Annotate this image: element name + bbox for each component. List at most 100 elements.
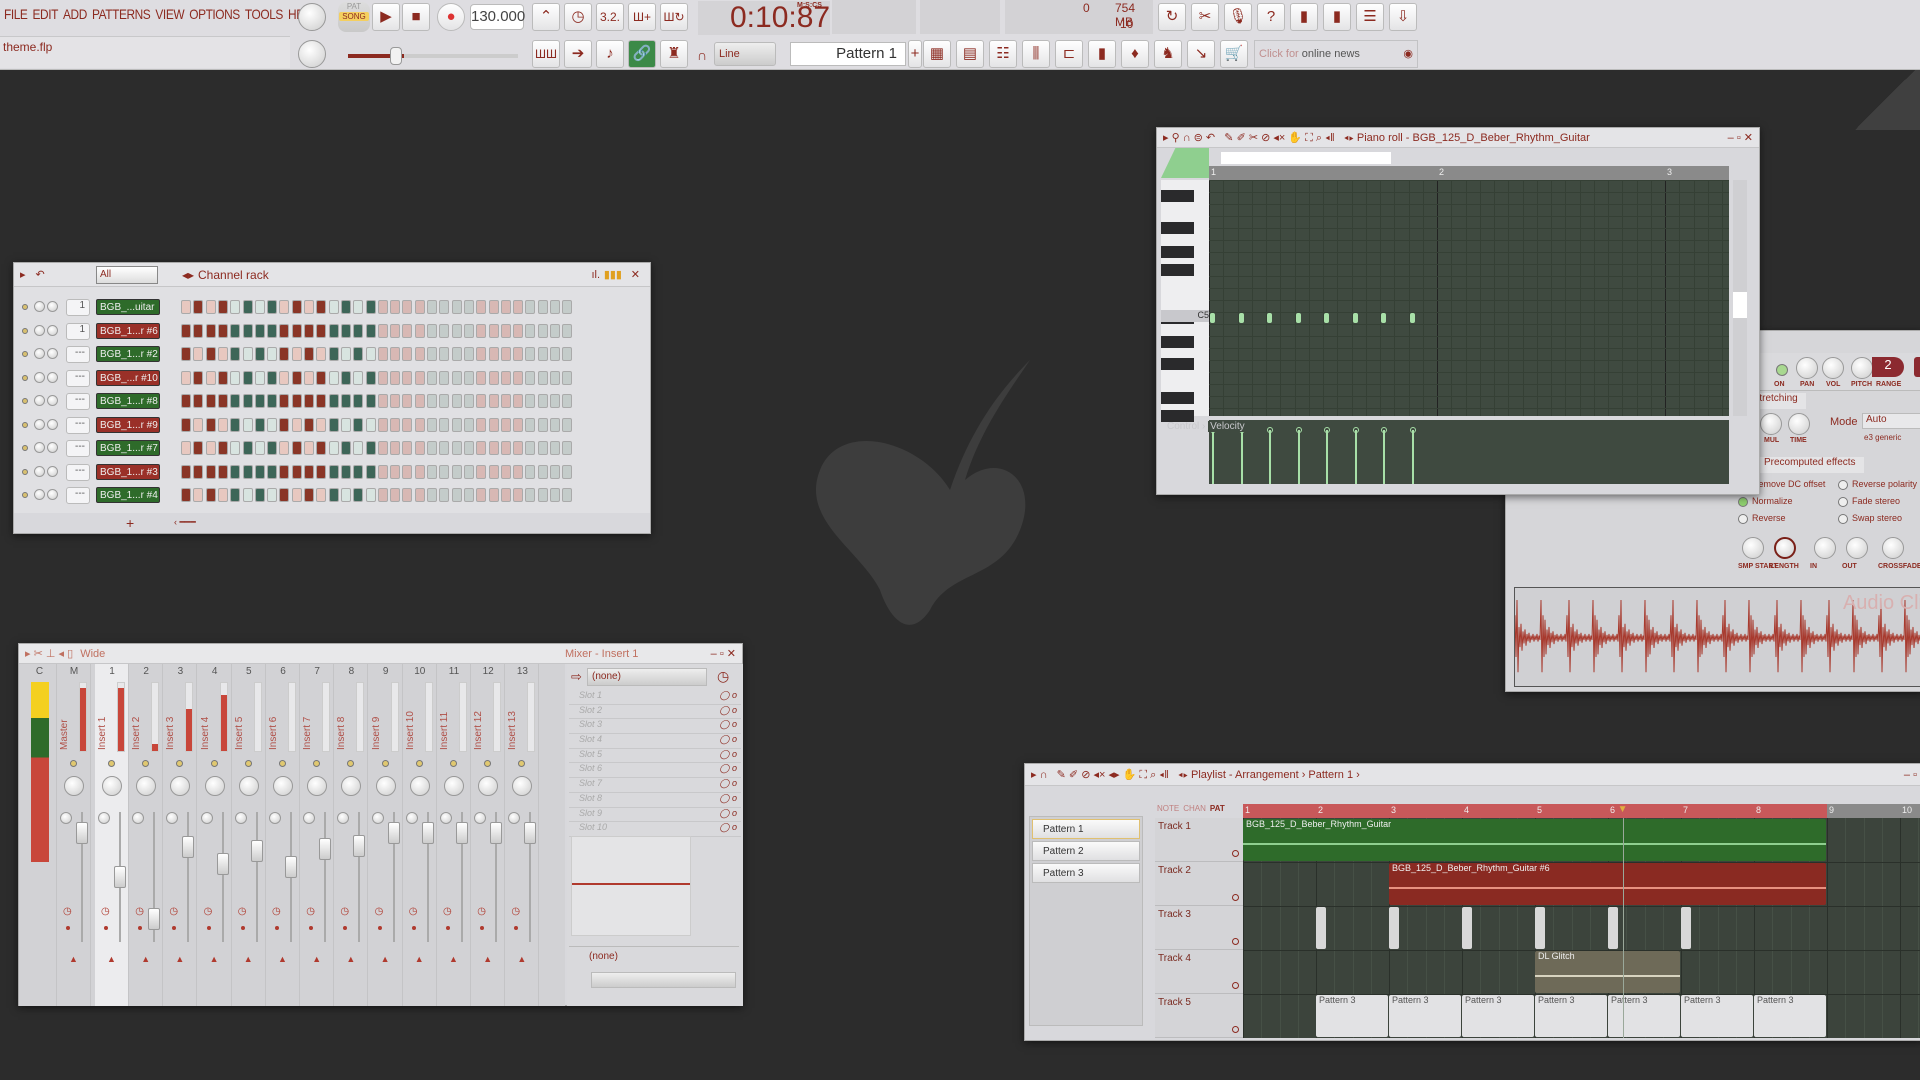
step-button[interactable] bbox=[353, 488, 364, 502]
channel-mixer-track[interactable]: --- bbox=[66, 369, 90, 387]
route-dot[interactable] bbox=[66, 926, 70, 930]
step-button[interactable] bbox=[242, 441, 253, 455]
step-button[interactable] bbox=[390, 441, 401, 455]
step-button[interactable] bbox=[390, 300, 401, 314]
step-button[interactable] bbox=[476, 417, 487, 432]
radio-button[interactable] bbox=[1738, 496, 1748, 507]
step-button[interactable] bbox=[377, 394, 388, 408]
step-button[interactable] bbox=[377, 464, 388, 479]
channel-volume-knob[interactable] bbox=[47, 348, 58, 359]
send-arrow-icon[interactable]: ▲ bbox=[69, 954, 78, 964]
save-new-version-icon[interactable]: ▮ bbox=[1323, 3, 1351, 31]
step-button[interactable] bbox=[550, 417, 560, 432]
timeline-ruler[interactable]: 1 2 3 bbox=[1209, 166, 1729, 180]
step-button[interactable] bbox=[513, 370, 524, 385]
pattern-selector[interactable]: Pattern 1 bbox=[790, 42, 906, 66]
black-key[interactable] bbox=[1161, 336, 1194, 348]
step-button[interactable] bbox=[254, 464, 265, 479]
send-arrow-icon[interactable]: ▲ bbox=[415, 954, 424, 964]
step-button[interactable] bbox=[316, 488, 327, 502]
channel-mute-led[interactable] bbox=[22, 304, 28, 310]
step-button[interactable] bbox=[217, 300, 228, 314]
step-button[interactable] bbox=[279, 300, 290, 314]
step-button[interactable] bbox=[340, 370, 351, 385]
slot-toggle[interactable]: ◯ o bbox=[719, 808, 737, 819]
channel-pan-knob[interactable] bbox=[34, 371, 45, 383]
file-icon[interactable]: ▮ bbox=[1088, 40, 1116, 68]
playlist-clip[interactable]: Pattern 3 bbox=[1754, 995, 1826, 1037]
playlist-view-icon[interactable]: ШШ bbox=[532, 40, 560, 68]
step-button[interactable] bbox=[242, 347, 253, 361]
channel-pan-knob[interactable] bbox=[34, 442, 45, 453]
step-button[interactable] bbox=[439, 441, 450, 455]
step-button[interactable] bbox=[550, 370, 560, 385]
step-button[interactable] bbox=[353, 323, 364, 338]
clock-icon[interactable]: ◷ bbox=[443, 906, 452, 917]
playlist-clip[interactable]: Pattern 3 bbox=[1462, 995, 1534, 1037]
channel-pan-knob[interactable] bbox=[34, 418, 45, 430]
step-button[interactable] bbox=[353, 347, 364, 361]
knob-out[interactable] bbox=[1846, 537, 1868, 559]
step-button[interactable] bbox=[242, 323, 253, 338]
send-arrow-icon[interactable]: ▲ bbox=[141, 954, 150, 964]
step-button[interactable] bbox=[242, 370, 253, 385]
option-swap-stereo[interactable]: Swap stereo bbox=[1838, 513, 1902, 524]
step-button[interactable] bbox=[451, 464, 462, 479]
clock-icon[interactable]: ◷ bbox=[169, 906, 178, 917]
step-button[interactable] bbox=[279, 370, 290, 385]
pan-knob[interactable] bbox=[409, 776, 430, 796]
step-button[interactable] bbox=[365, 323, 376, 338]
step-button[interactable] bbox=[390, 370, 401, 385]
step-button[interactable] bbox=[304, 488, 314, 502]
slot-toggle[interactable]: ◯ o bbox=[719, 793, 737, 804]
pattern-item[interactable]: Pattern 2 bbox=[1032, 841, 1140, 861]
step-button[interactable] bbox=[353, 464, 364, 479]
pitch-knob[interactable] bbox=[1851, 357, 1873, 379]
record-button[interactable]: ● bbox=[437, 3, 465, 31]
step-button[interactable] bbox=[365, 464, 376, 479]
step-button[interactable] bbox=[254, 300, 265, 314]
stereo-knob[interactable] bbox=[337, 812, 350, 824]
knob-in[interactable] bbox=[1814, 537, 1836, 559]
step-button[interactable] bbox=[291, 441, 302, 455]
step-button[interactable] bbox=[193, 300, 204, 314]
velocity-label[interactable]: Velocity bbox=[1208, 421, 1247, 432]
step-button[interactable] bbox=[488, 417, 499, 432]
step-button[interactable] bbox=[463, 441, 474, 455]
step-button[interactable] bbox=[525, 347, 536, 361]
step-button[interactable] bbox=[205, 300, 216, 314]
clock-icon[interactable]: ◷ bbox=[101, 906, 110, 917]
route-dot[interactable] bbox=[206, 926, 211, 930]
undo-icon[interactable]: ↶ bbox=[36, 269, 45, 281]
step-button[interactable] bbox=[279, 488, 290, 502]
step-button[interactable] bbox=[414, 300, 425, 314]
pattern-item[interactable]: Pattern 3 bbox=[1032, 863, 1140, 883]
step-button[interactable] bbox=[402, 488, 413, 502]
mute-led[interactable] bbox=[347, 760, 355, 767]
slider-handle[interactable] bbox=[390, 47, 402, 65]
channel-mixer-track[interactable]: --- bbox=[66, 393, 90, 410]
key-c5[interactable]: C5 bbox=[1161, 310, 1209, 322]
track-header[interactable]: Track 4 bbox=[1155, 950, 1243, 994]
step-button[interactable] bbox=[193, 417, 204, 432]
wait-for-input-icon[interactable]: ◷ bbox=[564, 3, 592, 31]
step-button[interactable] bbox=[500, 441, 511, 455]
step-button[interactable] bbox=[328, 370, 339, 385]
step-button[interactable] bbox=[365, 488, 376, 502]
step-button[interactable] bbox=[365, 394, 376, 408]
volume-fader[interactable] bbox=[456, 821, 468, 844]
step-button[interactable] bbox=[230, 300, 241, 314]
note[interactable] bbox=[1324, 313, 1329, 323]
step-button[interactable] bbox=[390, 323, 401, 338]
step-button[interactable] bbox=[537, 300, 548, 314]
channel-pan-knob[interactable] bbox=[34, 489, 45, 500]
mute-led[interactable] bbox=[244, 760, 252, 767]
playlist-clip[interactable]: DL Glitch bbox=[1535, 951, 1680, 993]
step-button[interactable] bbox=[390, 464, 401, 479]
step-button[interactable] bbox=[427, 300, 437, 314]
pan-knob[interactable] bbox=[136, 776, 157, 796]
clock-icon[interactable]: ◷ bbox=[135, 906, 144, 917]
window-controls[interactable]: ‒ ▫ ✕ bbox=[1728, 128, 1753, 148]
step-button[interactable] bbox=[217, 347, 228, 361]
send-arrow-icon[interactable]: ▲ bbox=[449, 954, 458, 964]
